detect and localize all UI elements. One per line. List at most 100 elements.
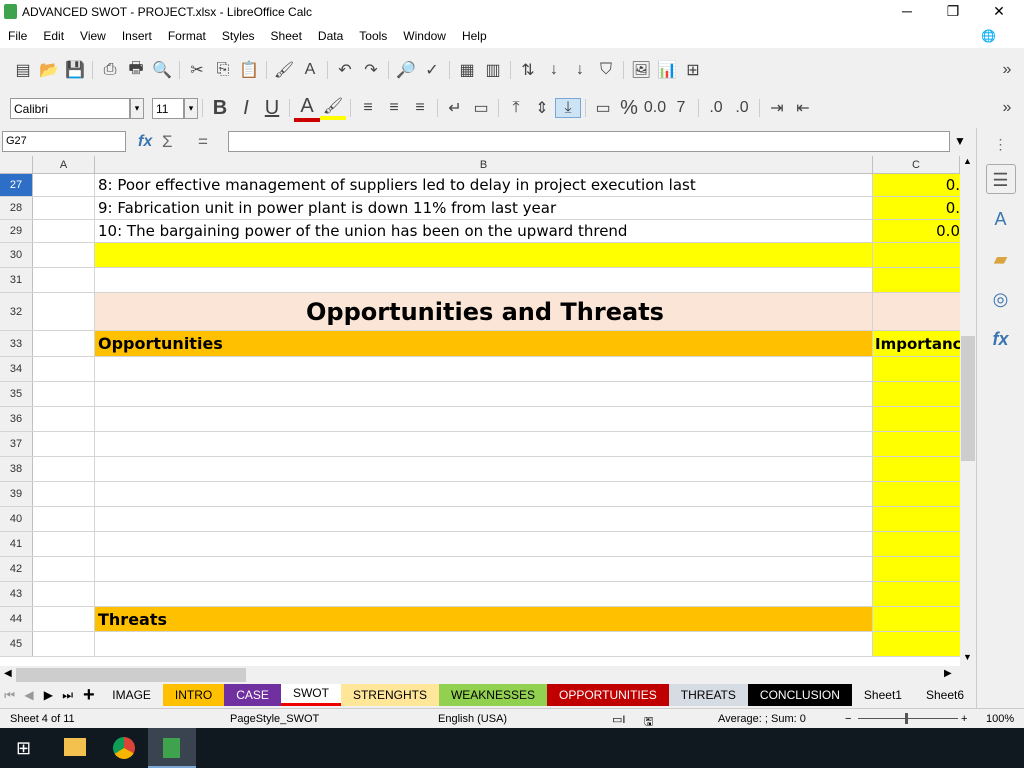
- find-replace-icon[interactable]: 🔎: [393, 60, 419, 80]
- cell-c[interactable]: [873, 482, 960, 506]
- row-header[interactable]: 36: [0, 407, 33, 431]
- zoom-slider[interactable]: [858, 718, 958, 719]
- row-icon[interactable]: ▦: [454, 60, 480, 80]
- first-sheet-icon[interactable]: ⏮: [0, 688, 19, 703]
- column-header-c[interactable]: C: [873, 156, 960, 174]
- cell-b[interactable]: Opportunities and Threats: [95, 293, 873, 330]
- cell-c[interactable]: 0.: [873, 197, 960, 219]
- zoom-slider-handle[interactable]: [905, 713, 908, 724]
- insert-chart-icon[interactable]: 📊: [654, 60, 680, 80]
- selection-mode-icon[interactable]: ▭I: [612, 713, 625, 726]
- cell-c[interactable]: [873, 382, 960, 406]
- sort-icon[interactable]: ⇅: [515, 60, 541, 80]
- cell-c[interactable]: [873, 507, 960, 531]
- sheet-tab-conclusion[interactable]: CONCLUSION: [747, 684, 852, 706]
- language-globe-icon[interactable]: 🌐: [973, 29, 1004, 43]
- row-header[interactable]: 31: [0, 268, 33, 292]
- last-sheet-icon[interactable]: ⏭: [58, 688, 77, 703]
- formula-input[interactable]: [228, 131, 950, 152]
- menu-styles[interactable]: Styles: [214, 29, 263, 43]
- cell-a[interactable]: [33, 432, 95, 456]
- font-color-icon[interactable]: A: [294, 95, 320, 122]
- row-header[interactable]: 29: [0, 220, 33, 242]
- navigator-icon[interactable]: ◎: [986, 284, 1016, 314]
- cell-b[interactable]: [95, 557, 873, 581]
- properties-icon[interactable]: ☰: [985, 164, 1016, 194]
- cell-a[interactable]: [33, 220, 95, 242]
- cell-a[interactable]: [33, 357, 95, 381]
- cell-a[interactable]: [33, 293, 95, 330]
- row-header[interactable]: 34: [0, 357, 33, 381]
- paste-icon[interactable]: 📋: [236, 60, 262, 80]
- column-header-a[interactable]: A: [33, 156, 95, 174]
- font-name-box[interactable]: Calibri: [10, 97, 130, 119]
- autofilter-icon[interactable]: ⛉: [593, 61, 619, 79]
- percent-icon[interactable]: %: [616, 97, 642, 120]
- cell-c[interactable]: 0.: [873, 174, 960, 196]
- vertical-scrollbar[interactable]: ▲ ▼: [960, 156, 976, 666]
- cell-a[interactable]: [33, 507, 95, 531]
- cell-b[interactable]: Opportunities: [95, 331, 873, 356]
- next-sheet-icon[interactable]: ▶: [39, 688, 58, 702]
- cell-c[interactable]: [873, 357, 960, 381]
- menu-edit[interactable]: Edit: [35, 29, 72, 43]
- cell-a[interactable]: [33, 557, 95, 581]
- row-header[interactable]: 43: [0, 582, 33, 606]
- cell-c[interactable]: Importance: [873, 331, 960, 356]
- cell-b[interactable]: [95, 632, 873, 656]
- scroll-thumb[interactable]: [961, 336, 975, 461]
- chrome-icon[interactable]: [113, 737, 135, 759]
- styles-icon[interactable]: A: [986, 204, 1016, 234]
- cell-b[interactable]: [95, 457, 873, 481]
- sheet-tab-swot[interactable]: SWOT: [280, 684, 341, 706]
- cell-c[interactable]: [873, 532, 960, 556]
- cell-b[interactable]: [95, 382, 873, 406]
- cell-b[interactable]: [95, 268, 873, 292]
- chevron-down-icon[interactable]: ▾: [130, 97, 144, 119]
- cell-a[interactable]: [33, 331, 95, 356]
- maximize-button[interactable]: ❐: [930, 0, 976, 24]
- spreadsheet-grid[interactable]: A B C 27 8: Poor effective management of…: [0, 156, 960, 666]
- export-pdf-icon[interactable]: ⎙: [97, 61, 123, 79]
- new-icon[interactable]: ▤: [10, 60, 36, 80]
- bold-icon[interactable]: B: [207, 97, 233, 120]
- align-bottom-icon[interactable]: ⤓: [555, 98, 581, 118]
- more-options-icon[interactable]: »: [994, 61, 1020, 79]
- cell-c[interactable]: [873, 582, 960, 606]
- cell-a[interactable]: [33, 532, 95, 556]
- row-header[interactable]: 28: [0, 197, 33, 219]
- cell-b[interactable]: [95, 243, 873, 267]
- scroll-left-icon[interactable]: ◀: [4, 668, 12, 679]
- center-vertically-icon[interactable]: ⇕: [529, 98, 555, 118]
- redo-icon[interactable]: ↷: [358, 60, 384, 80]
- formula-icon[interactable]: =: [198, 132, 208, 152]
- language[interactable]: English (USA): [438, 713, 507, 725]
- clone-formatting-icon[interactable]: 🖌: [271, 60, 297, 80]
- cell-b[interactable]: [95, 482, 873, 506]
- row-header[interactable]: 40: [0, 507, 33, 531]
- sidebar-menu-icon[interactable]: ⋮: [986, 134, 1016, 154]
- menu-format[interactable]: Format: [160, 29, 214, 43]
- column-header-b[interactable]: B: [95, 156, 873, 174]
- delete-decimal-icon[interactable]: .0: [729, 99, 755, 117]
- currency-icon[interactable]: ▭: [590, 98, 616, 118]
- gallery-icon[interactable]: ▰: [986, 244, 1016, 274]
- sheet-tab-weaknesses[interactable]: WEAKNESSES: [438, 684, 547, 706]
- menu-view[interactable]: View: [72, 29, 114, 43]
- cell-c[interactable]: [873, 407, 960, 431]
- decrease-indent-icon[interactable]: ⇤: [790, 98, 816, 118]
- align-center-icon[interactable]: ≡: [381, 99, 407, 117]
- cell-c[interactable]: [873, 457, 960, 481]
- zoom-in-icon[interactable]: +: [961, 713, 967, 725]
- cell-a[interactable]: [33, 268, 95, 292]
- scroll-right-icon[interactable]: ▶: [944, 668, 952, 679]
- pivot-table-icon[interactable]: ⊞: [680, 60, 706, 80]
- highlight-icon[interactable]: 🖌: [320, 96, 346, 120]
- file-explorer-icon[interactable]: [64, 738, 86, 756]
- sheet-tab-opportunities[interactable]: OPPORTUNITIES: [546, 684, 669, 706]
- zoom-level[interactable]: 100%: [986, 713, 1014, 725]
- sort-ascending-icon[interactable]: ↓: [541, 61, 567, 79]
- add-decimal-icon[interactable]: .0: [703, 99, 729, 117]
- number-format-icon[interactable]: 0.0: [642, 99, 668, 117]
- cell-b[interactable]: 8: Poor effective management of supplier…: [95, 174, 873, 196]
